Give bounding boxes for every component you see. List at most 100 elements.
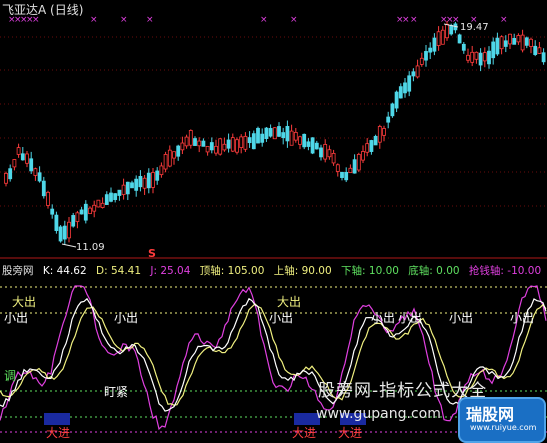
candle-body: [130, 182, 134, 189]
signal-tight: 盯紧: [104, 385, 128, 399]
candle-body: [503, 40, 508, 47]
candle-body: [461, 43, 466, 51]
chart-title: 飞亚达A (日线): [2, 3, 84, 17]
candle-body: [277, 126, 281, 137]
upper-axis-value: 上轴: 90.00: [273, 265, 332, 277]
candle-body: [16, 147, 21, 155]
candle-body: [79, 209, 84, 215]
x-marker: ×: [120, 15, 128, 25]
lower-axis-value: 下轴: 10.00: [341, 265, 399, 277]
candle-body: [478, 52, 483, 66]
signal-small-out: 小出: [269, 311, 293, 325]
x-marker: ×: [500, 15, 508, 25]
d-value: D: 54.41: [96, 265, 142, 277]
signal-small-out: 小出: [371, 311, 395, 325]
candle-body: [369, 140, 374, 152]
signal-adjust: 调: [4, 369, 16, 383]
candle-body: [424, 51, 428, 61]
site-logo: 瑞股网 www.ruiyue.com: [458, 397, 546, 443]
candle-body: [495, 37, 500, 55]
candle-body: [432, 37, 437, 52]
candle-body: [529, 38, 533, 47]
candle-body: [260, 133, 265, 143]
candle-body: [75, 212, 80, 222]
signal-small-out: 小出: [114, 311, 138, 325]
candle-body: [436, 31, 441, 46]
candle-body: [230, 137, 235, 152]
candle-body: [256, 127, 260, 144]
candle-body: [537, 47, 542, 54]
candle-body: [386, 116, 391, 123]
signal-small-out: 小出: [398, 311, 422, 325]
candle-body: [214, 145, 218, 154]
top-axis-value: 顶轴: 105.00: [199, 265, 265, 277]
candle-body: [50, 208, 55, 215]
candle-body: [138, 175, 143, 188]
candle-body: [264, 127, 269, 139]
k-value: K: 44.62: [42, 265, 87, 277]
candle-body: [41, 180, 46, 197]
candle-body: [96, 199, 101, 208]
candle-body: [310, 137, 315, 154]
candle-body: [516, 35, 521, 43]
candle-body: [323, 143, 328, 160]
candle-body: [314, 142, 319, 150]
candle-body: [226, 139, 231, 149]
candle-body: [541, 52, 546, 63]
candle-body: [340, 171, 344, 178]
x-marker: ×: [410, 15, 418, 25]
signal-small-out: 小出: [449, 311, 473, 325]
logo-text: 瑞股网: [466, 405, 515, 424]
candle-body: [20, 153, 25, 161]
candle-body: [25, 153, 29, 164]
x-marker: ×: [90, 15, 98, 25]
low-price-arrow: [61, 243, 77, 248]
bottom-axis-value: 底轴: 0.00: [408, 265, 460, 277]
s-marker: S: [148, 247, 156, 260]
candle-body: [470, 51, 475, 63]
candle-body: [398, 86, 403, 99]
candle-body: [29, 158, 34, 172]
candle-body: [352, 159, 357, 174]
candle-body: [390, 103, 395, 117]
j-value: J: 25.04: [150, 265, 191, 277]
candle-body: [172, 151, 176, 159]
candle-body: [348, 167, 353, 174]
signal-big-out: 大出: [277, 295, 301, 309]
main-grid: [0, 36, 547, 207]
signal-big-out: 大出: [12, 295, 36, 309]
candle-body: [109, 192, 113, 202]
candle-body: [92, 204, 97, 212]
indicator-name: 股旁网: [2, 265, 34, 277]
candle-body: [33, 168, 38, 176]
candle-body: [289, 130, 294, 146]
candle-body: [491, 41, 496, 59]
candle-body: [100, 202, 105, 208]
candle-body: [104, 194, 109, 205]
candle-body: [247, 137, 252, 144]
candle-body: [218, 138, 223, 155]
candle-body: [58, 226, 63, 242]
candle-body: [117, 189, 122, 196]
candle-body: [159, 165, 164, 176]
rescue-axis-value: 抢钱轴: -10.00: [468, 265, 542, 277]
watermark-url: www.gupang.com: [316, 406, 441, 422]
candle-body: [12, 159, 17, 168]
candle-body: [8, 168, 13, 180]
candle-body: [373, 135, 378, 146]
candle-body: [285, 126, 290, 142]
candle-body: [151, 172, 155, 188]
candle-body: [365, 143, 370, 153]
candle-body: [193, 138, 197, 146]
candle-body: [382, 128, 386, 136]
candle-body: [163, 154, 168, 170]
candle-body: [520, 34, 525, 51]
candle-body: [54, 214, 59, 231]
candle-body: [407, 75, 412, 92]
candle-body: [222, 143, 227, 151]
candle-body: [524, 37, 529, 46]
candle-body: [134, 178, 139, 191]
candle-body: [71, 215, 76, 227]
candle-body: [327, 149, 332, 158]
candle-body: [415, 65, 420, 78]
